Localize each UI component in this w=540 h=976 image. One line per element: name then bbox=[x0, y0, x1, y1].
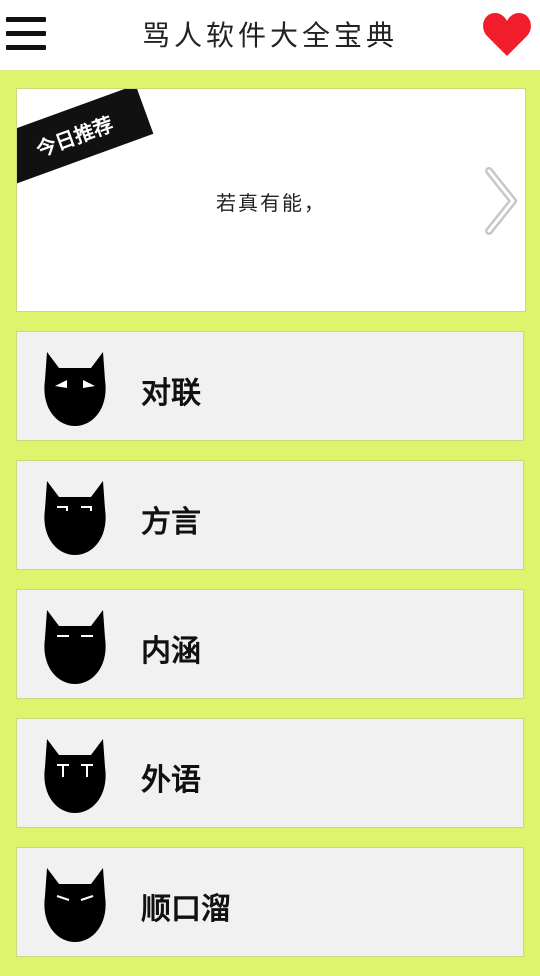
heart-icon[interactable] bbox=[482, 10, 532, 58]
category-label: 外语 bbox=[141, 763, 201, 798]
category-label: 内涵 bbox=[141, 634, 201, 669]
category-label: 对联 bbox=[141, 376, 201, 411]
flat-eyes-cat-icon bbox=[44, 610, 106, 684]
category-label: 方言 bbox=[141, 505, 201, 540]
top-bar: 骂人软件大全宝典 bbox=[0, 0, 540, 71]
category-item-dialect[interactable]: 方言 bbox=[16, 460, 524, 570]
category-item-connotation[interactable]: 内涵 bbox=[16, 589, 524, 699]
category-label: 顺口溜 bbox=[141, 892, 231, 927]
category-item-foreign-language[interactable]: 外语 bbox=[16, 718, 524, 828]
angry-cat-icon bbox=[44, 352, 106, 426]
featured-text: 若真有能， bbox=[216, 191, 326, 215]
category-item-couplet[interactable]: 对联 bbox=[16, 331, 524, 441]
featured-card[interactable]: 今日推荐 若真有能， bbox=[16, 88, 526, 312]
today-recommend-ribbon: 今日推荐 bbox=[17, 89, 154, 186]
smirk-cat-icon bbox=[44, 481, 106, 555]
category-list: 对联 方言 内涵 外语 顺口溜 bbox=[16, 331, 524, 976]
chevron-right-icon[interactable] bbox=[483, 167, 519, 235]
sly-cat-icon bbox=[44, 868, 106, 942]
tt-cat-icon bbox=[44, 739, 106, 813]
category-item-doggerel[interactable]: 顺口溜 bbox=[16, 847, 524, 957]
app-title: 骂人软件大全宝典 bbox=[141, 19, 398, 52]
